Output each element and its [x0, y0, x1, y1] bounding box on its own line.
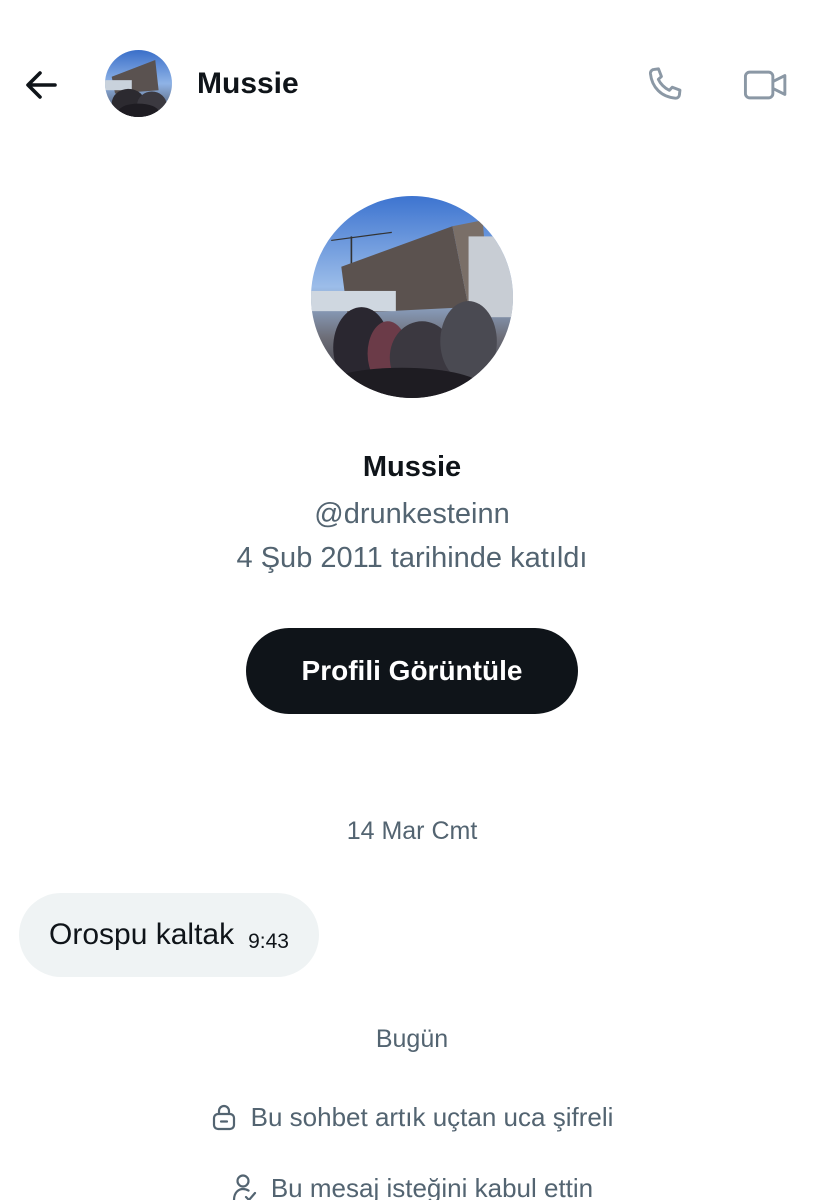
- voice-call-button[interactable]: [638, 60, 690, 110]
- lock-icon: [211, 1103, 237, 1131]
- video-call-button[interactable]: [738, 60, 794, 110]
- header-display-name[interactable]: Mussie: [197, 64, 299, 104]
- back-button[interactable]: [18, 62, 64, 108]
- message-text: Orospu kaltak: [49, 918, 235, 951]
- dm-conversation-screen: Mussie Mussie @drunkesteinn 4 Şub 2011 t…: [0, 0, 824, 1200]
- conversation-header: Mussie: [0, 0, 824, 168]
- profile-joined-date: 4 Şub 2011 tarihinde katıldı: [236, 542, 588, 574]
- encryption-notice-text: Bu sohbet artık uçtan uca şifreli: [250, 1102, 614, 1132]
- date-separator: 14 Mar Cmt: [346, 817, 478, 845]
- message-time: 9:43: [248, 930, 289, 953]
- date-separator: Bugün: [375, 1025, 449, 1053]
- header-avatar[interactable]: [105, 50, 172, 117]
- profile-display-name: Mussie: [362, 451, 462, 483]
- received-message-bubble[interactable]: Orospu kaltak 9:43: [19, 893, 319, 977]
- view-profile-button[interactable]: Profili Görüntüle: [246, 628, 578, 714]
- profile-handle: @drunkesteinn: [314, 498, 510, 530]
- profile-avatar[interactable]: [311, 196, 513, 398]
- person-check-icon: [231, 1173, 257, 1200]
- arrow-left-icon: [26, 71, 57, 99]
- request-accepted-text: Bu mesaj isteğini kabul ettin: [270, 1173, 594, 1200]
- phone-icon: [648, 67, 682, 100]
- video-camera-icon: [743, 70, 787, 100]
- encryption-notice: Bu sohbet artık uçtan uca şifreli: [0, 1099, 824, 1135]
- request-accepted-notice: Bu mesaj isteğini kabul ettin: [0, 1170, 824, 1200]
